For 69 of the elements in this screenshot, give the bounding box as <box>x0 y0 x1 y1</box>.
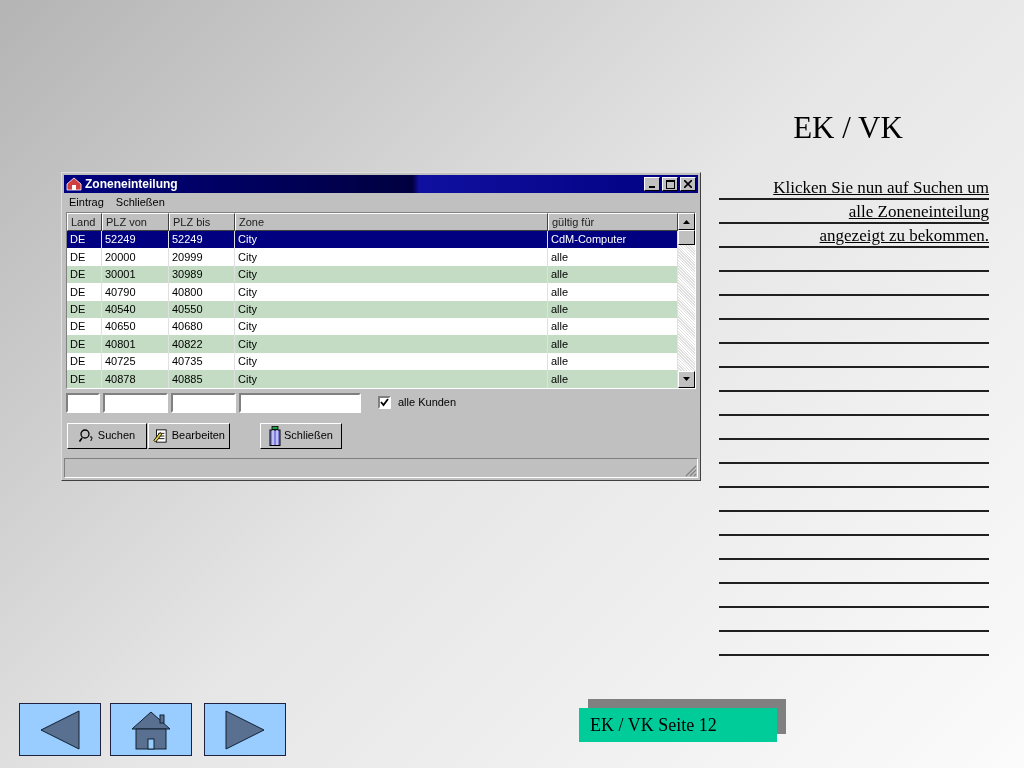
table-cell: City <box>235 248 548 266</box>
slide-title: EK / VK <box>792 109 904 147</box>
column-header[interactable]: PLZ bis <box>169 213 235 231</box>
table-cell: City <box>235 283 548 301</box>
table-cell: DE <box>67 283 102 301</box>
menu-item[interactable]: Schließen <box>115 194 165 211</box>
document-pencil-icon <box>153 426 169 445</box>
filter-field[interactable] <box>239 392 361 413</box>
scroll-up-button[interactable] <box>678 213 695 230</box>
table-row[interactable]: DE 40790 40800 City alle <box>67 283 678 301</box>
menu-item[interactable]: Eintrag <box>69 194 104 211</box>
edit-button[interactable]: Bearbeiten <box>148 422 230 449</box>
window-title: Zoneneinteilung <box>85 176 178 193</box>
search-icon <box>78 428 95 443</box>
left-triangle-icon <box>40 709 80 750</box>
table-cell: 40822 <box>169 335 235 353</box>
table-row[interactable]: DE 20000 20999 City alle <box>67 248 678 266</box>
app-icon <box>66 177 82 191</box>
table-cell: 40800 <box>169 283 235 301</box>
previous-button[interactable] <box>19 703 101 756</box>
scrollbar[interactable] <box>678 213 695 388</box>
table-cell: City <box>235 370 548 388</box>
minimize-button[interactable] <box>644 177 660 191</box>
next-button[interactable] <box>204 703 286 756</box>
table-row[interactable]: DE 40878 40885 City alle <box>67 370 678 388</box>
column-header[interactable]: gültig für <box>548 213 678 231</box>
close-button[interactable] <box>680 177 696 191</box>
table-cell: 40878 <box>102 370 169 388</box>
table-row[interactable]: DE 40801 40822 City alle <box>67 335 678 353</box>
table-cell: 20000 <box>102 248 169 266</box>
page-label: EK / VK Seite 12 <box>579 708 777 742</box>
column-header[interactable]: Land <box>67 213 102 231</box>
house-icon <box>131 709 171 750</box>
close-icon <box>684 180 692 188</box>
filter-field[interactable] <box>171 392 236 413</box>
maximize-icon <box>665 179 675 189</box>
table-cell: 40885 <box>169 370 235 388</box>
maximize-button[interactable] <box>662 177 678 191</box>
checkbox-label: alle Kunden <box>398 395 457 411</box>
table-cell: DE <box>67 248 102 266</box>
down-arrow-icon <box>683 377 690 381</box>
column-header[interactable]: Zone <box>235 213 548 231</box>
close-button[interactable]: Schließen <box>260 422 342 449</box>
table-cell: DE <box>67 370 102 388</box>
scroll-down-button[interactable] <box>678 370 695 388</box>
filter-field[interactable] <box>66 392 100 413</box>
instruction-text: Klicken Sie nun auf Suchen um <box>773 178 989 198</box>
column-header[interactable]: PLZ von <box>102 213 169 231</box>
checkmark-icon <box>380 398 389 407</box>
instruction-text: angezeigt zu bekommen. <box>819 226 989 246</box>
table-cell: 40801 <box>102 335 169 353</box>
table-cell: DE <box>67 335 102 353</box>
table-cell: 40540 <box>102 300 169 318</box>
home-button[interactable] <box>110 703 192 756</box>
table-cell: 40790 <box>102 283 169 301</box>
right-triangle-icon <box>225 709 265 750</box>
search-button[interactable]: Suchen <box>67 422 147 449</box>
table-row[interactable]: DE 52249 52249 City CdM-Computer <box>67 231 678 249</box>
table-cell: 20999 <box>169 248 235 266</box>
instruction-text: alle Zoneneinteilung <box>848 202 989 222</box>
table-cell: City <box>235 335 548 353</box>
resize-grip-icon[interactable] <box>685 465 697 477</box>
table-cell: City <box>235 300 548 318</box>
checkbox[interactable] <box>378 396 391 409</box>
up-arrow-icon <box>683 219 690 224</box>
table-cell: DE <box>67 300 102 318</box>
scroll-thumb[interactable] <box>678 230 695 245</box>
filter-field[interactable] <box>103 392 168 413</box>
table-cell: 40550 <box>169 300 235 318</box>
